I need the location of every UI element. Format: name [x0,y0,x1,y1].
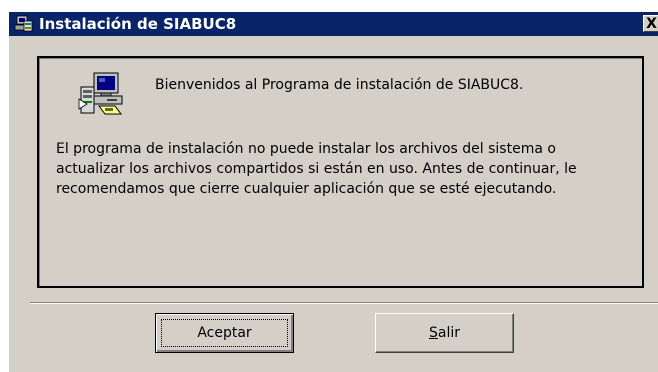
message-line: actualizar los archivos compartidos si e… [56,161,577,177]
exit-button[interactable]: Salir [375,313,514,353]
accept-button[interactable]: Aceptar [155,313,294,353]
warning-message: El programa de instalación no puede inst… [56,139,636,199]
title-bar[interactable]: Instalación de SIABUC8 X [9,12,658,36]
message-line: El programa de instalación no puede inst… [56,141,556,157]
button-separator [30,302,658,304]
window-title: Instalación de SIABUC8 [39,15,237,33]
exit-button-label: Salir [428,325,460,341]
installer-window: Instalación de SIABUC8 X Bienvenidos al … [8,11,658,372]
close-button[interactable]: X [643,15,658,32]
welcome-panel: Bienvenidos al Programa de instalación d… [37,56,644,288]
setup-app-icon [14,15,33,32]
message-line: recomendamos que cierre cualquier aplica… [56,181,557,197]
welcome-text: Bienvenidos al Programa de instalación d… [155,77,524,93]
setup-computer-icon [78,72,123,115]
focus-rectangle [161,319,288,347]
